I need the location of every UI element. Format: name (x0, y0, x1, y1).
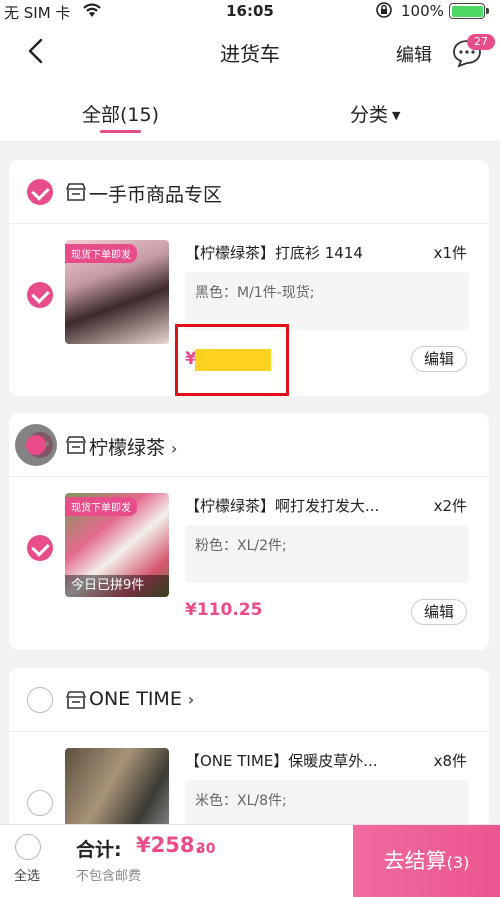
battery-icon (449, 3, 489, 19)
store-icon (66, 691, 86, 709)
product-thumbnail[interactable]: 现货下单即发 今日已拼9件 (65, 493, 169, 597)
select-all-checkbox[interactable] (15, 834, 41, 860)
shop-name[interactable]: ONE TIME › (89, 688, 194, 710)
checkout-label: 去结算 (383, 849, 447, 873)
tab-bar: 全部(15) 分类 ▼ (0, 86, 500, 142)
annotation-highlight-box (175, 324, 289, 396)
item-spec[interactable]: 粉色：XL/2件; (185, 525, 469, 583)
checkout-bar: 全选 合计: ¥258. 30 不包含邮费 去结算(3) (0, 824, 500, 897)
tab-all-label: 全部(15) (82, 104, 160, 126)
caret-down-icon: ▼ (392, 109, 401, 122)
shop-checkbox[interactable] (27, 687, 53, 713)
floating-assistive-button[interactable] (15, 424, 57, 466)
shipping-note: 不包含邮费 (76, 869, 142, 884)
item-title[interactable]: 【ONE TIME】保暖皮草外... (185, 750, 415, 771)
item-spec-text: 黑色：M/1件-现货; (195, 285, 315, 301)
store-icon (66, 436, 86, 454)
total-label: 合计: (76, 839, 122, 861)
product-thumbnail[interactable]: 现货下单即发 (65, 240, 169, 344)
total-cents: 30 (196, 841, 216, 857)
chevron-right-icon: › (187, 690, 195, 709)
shop-header: ONE TIME › (9, 668, 489, 732)
item-quantity: x8件 (433, 752, 467, 770)
shop-name-text: 柠檬绿茶 (89, 437, 166, 459)
total-amount: ¥258. (136, 833, 203, 857)
item-spec-text: 粉色：XL/2件; (195, 538, 287, 554)
message-badge: 27 (467, 34, 495, 50)
item-spec-text: 米色：XL/8件; (195, 793, 287, 809)
shop-card: ONE TIME › 【ONE TIME】保暖皮草外... x8件 米色：XL/8… (9, 668, 489, 828)
shop-name[interactable]: 一手币商品专区 (89, 180, 222, 207)
edit-button[interactable]: 编辑 (396, 41, 432, 67)
item-edit-button[interactable]: 编辑 (411, 346, 467, 372)
tab-category-label: 分类 (350, 104, 389, 126)
shop-name-text: ONE TIME (89, 688, 182, 710)
item-quantity: x1件 (433, 244, 467, 262)
group-buy-count: 今日已拼9件 (65, 575, 169, 597)
shop-card: 柠檬绿茶 › 现货下单即发 今日已拼9件 【柠檬绿茶】啊打发打发大... x2件 … (9, 413, 489, 650)
shop-header: 一手币商品专区 (9, 160, 489, 224)
item-checkbox[interactable] (27, 790, 53, 816)
store-icon (66, 183, 86, 201)
floating-checkbox (26, 435, 46, 455)
tab-active-indicator (100, 130, 142, 133)
item-checkbox[interactable] (27, 282, 53, 308)
item-spec[interactable]: 黑色：M/1件-现货; (185, 272, 469, 330)
rotation-lock-icon (376, 2, 392, 18)
status-bar: 无 SIM 卡 16:05 100% (0, 0, 500, 22)
thumb-tag: 现货下单即发 (65, 497, 137, 516)
item-spec[interactable]: 米色：XL/8件; (185, 780, 469, 828)
item-edit-button[interactable]: 编辑 (411, 599, 467, 625)
checkout-button[interactable]: 去结算(3) (353, 825, 500, 897)
item-title[interactable]: 【柠檬绿茶】打底衫 1414 (185, 242, 415, 263)
battery-percent: 100% (401, 2, 444, 20)
item-checkbox[interactable] (27, 535, 53, 561)
thumb-tag: 现货下单即发 (65, 244, 137, 263)
item-price: ¥110.25 (185, 600, 263, 620)
product-thumbnail[interactable] (65, 748, 169, 828)
cart-item: 【ONE TIME】保暖皮草外... x8件 米色：XL/8件; (9, 732, 489, 828)
shop-header: 柠檬绿茶 › (9, 413, 489, 477)
select-all-label[interactable]: 全选 (14, 865, 40, 884)
item-title[interactable]: 【柠檬绿茶】啊打发打发大... (185, 495, 415, 516)
checkout-count: (3) (446, 853, 470, 872)
cart-item: 现货下单即发 今日已拼9件 【柠檬绿茶】啊打发打发大... x2件 粉色：XL/… (9, 477, 489, 647)
shop-checkbox[interactable] (27, 179, 53, 205)
item-quantity: x2件 (433, 497, 467, 515)
nav-bar: 进货车 编辑 27 (0, 22, 500, 86)
tab-all[interactable]: 全部(15) (82, 100, 160, 133)
shop-name[interactable]: 柠檬绿茶 › (89, 433, 177, 460)
tab-category[interactable]: 分类 ▼ (350, 100, 400, 127)
chevron-right-icon: › (171, 439, 178, 458)
